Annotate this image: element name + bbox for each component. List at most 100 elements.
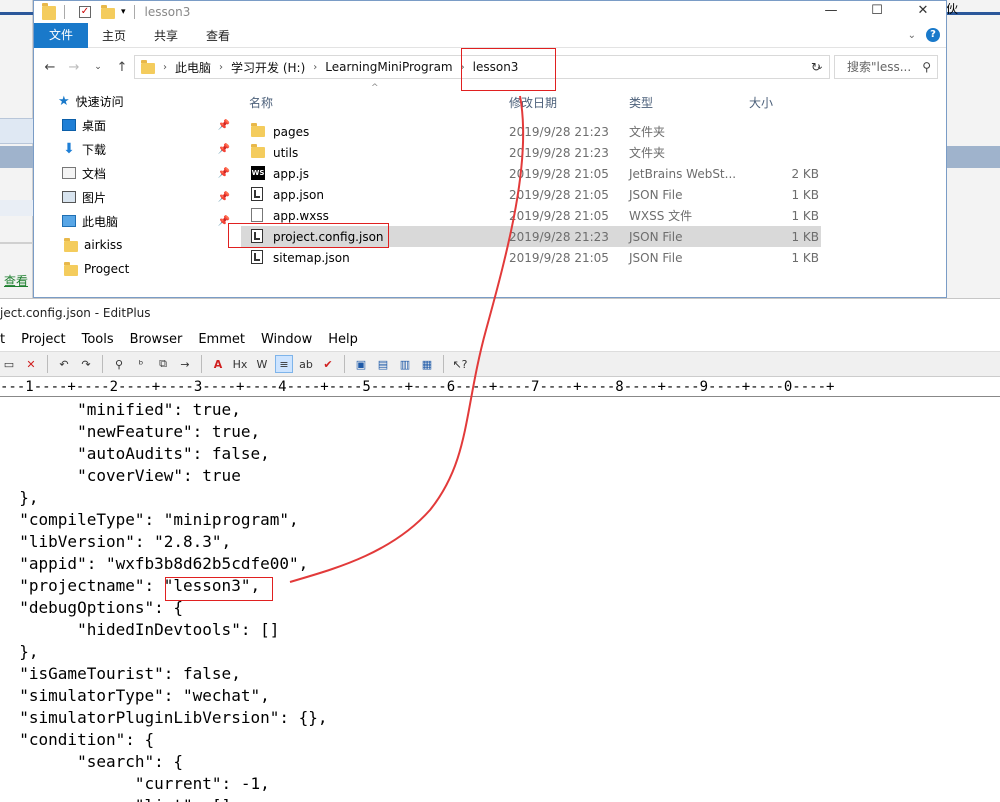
- file-row[interactable]: WS app.js 2019/9/28 21:05 JetBrains WebS…: [241, 163, 947, 184]
- quick-access-dropdown-icon[interactable]: ▾: [121, 7, 126, 17]
- file-row[interactable]: app.json 2019/9/28 21:05 JSON File 1 KB: [241, 184, 947, 205]
- expand-ribbon-icon[interactable]: ⌄: [908, 30, 916, 41]
- copy-icon[interactable]: ▭: [0, 355, 18, 373]
- nav-item-this-pc[interactable]: 此电脑 📌: [34, 209, 234, 233]
- search-input[interactable]: 搜索"less... ⚲: [834, 55, 938, 79]
- code-line[interactable]: "compileType": "miniprogram",: [0, 509, 1000, 531]
- tile-icon[interactable]: ▥: [396, 355, 414, 373]
- breadcrumb-this-pc[interactable]: 此电脑: [167, 59, 219, 76]
- pin-icon[interactable]: 📌: [218, 168, 230, 179]
- font-icon[interactable]: A: [209, 355, 227, 373]
- menu-help[interactable]: Help: [328, 332, 358, 347]
- nav-item-airkiss[interactable]: airkiss: [34, 233, 234, 257]
- check-icon[interactable]: ✔: [319, 355, 337, 373]
- search-icon[interactable]: ⚲: [922, 56, 931, 78]
- undo-icon[interactable]: ↶: [55, 355, 73, 373]
- spellcheck-icon[interactable]: ab: [297, 355, 315, 373]
- nav-item-label: 桌面: [82, 118, 107, 133]
- breadcrumb-project[interactable]: LearningMiniProgram: [317, 60, 460, 74]
- goto-icon[interactable]: →: [176, 355, 194, 373]
- file-name: pages: [273, 124, 310, 139]
- nav-item-downloads[interactable]: ⬇ 下载 📌: [34, 137, 234, 161]
- nav-item-quick-access[interactable]: ★ 快速访问: [34, 89, 234, 113]
- tab-home[interactable]: 主页: [88, 27, 140, 44]
- file-size: 1 KB: [791, 208, 819, 223]
- word-wrap-icon[interactable]: W: [253, 355, 271, 373]
- code-line[interactable]: "simulatorPluginLibVersion": {},: [0, 707, 1000, 729]
- code-line[interactable]: "autoAudits": false,: [0, 443, 1000, 465]
- nav-item-label: 文档: [82, 166, 107, 181]
- tab-share[interactable]: 共享: [140, 27, 192, 44]
- nav-item-progect[interactable]: Progect: [34, 257, 234, 281]
- file-row[interactable]: pages 2019/9/28 21:23 文件夹: [241, 121, 947, 142]
- back-arrow-icon[interactable]: ←: [38, 60, 62, 75]
- code-line[interactable]: },: [0, 487, 1000, 509]
- pin-icon[interactable]: 📌: [218, 120, 230, 131]
- menu-project[interactable]: Project: [21, 332, 65, 347]
- close-button[interactable]: ✕: [900, 1, 946, 23]
- maximize-button[interactable]: ☐: [854, 1, 900, 23]
- find-icon[interactable]: ⚲: [110, 355, 128, 373]
- file-row[interactable]: sitemap.json 2019/9/28 21:05 JSON File 1…: [241, 247, 947, 268]
- code-line[interactable]: "search": {: [0, 751, 1000, 773]
- browser-icon[interactable]: ▦: [418, 355, 436, 373]
- pin-icon[interactable]: 📌: [218, 192, 230, 203]
- code-line[interactable]: "condition": {: [0, 729, 1000, 751]
- menu-edit[interactable]: t: [0, 332, 5, 347]
- code-line[interactable]: "debugOptions": {: [0, 597, 1000, 619]
- nav-item-desktop[interactable]: 桌面 📌: [34, 113, 234, 137]
- menu-window[interactable]: Window: [261, 332, 312, 347]
- code-line[interactable]: "projectname": "lesson3",: [0, 575, 1000, 597]
- refresh-icon[interactable]: ↻: [806, 55, 826, 79]
- code-line[interactable]: "list": []: [0, 795, 1000, 802]
- menu-emmet[interactable]: Emmet: [198, 332, 245, 347]
- help-icon[interactable]: ?: [926, 28, 940, 42]
- code-line[interactable]: "current": -1,: [0, 773, 1000, 795]
- code-line[interactable]: "simulatorType": "wechat",: [0, 685, 1000, 707]
- up-arrow-icon[interactable]: ↑: [110, 60, 134, 75]
- new-folder-icon[interactable]: [101, 4, 115, 19]
- minimize-button[interactable]: —: [808, 1, 854, 23]
- divider: [64, 5, 65, 19]
- indent-icon[interactable]: ≡: [275, 355, 293, 373]
- column-date[interactable]: 修改日期: [509, 94, 557, 111]
- code-line[interactable]: "coverView": true: [0, 465, 1000, 487]
- menu-browser[interactable]: Browser: [130, 332, 183, 347]
- column-type[interactable]: 类型: [629, 94, 653, 111]
- code-line[interactable]: "minified": true,: [0, 399, 1000, 421]
- breadcrumb-drive[interactable]: 学习开发 (H:): [223, 59, 313, 76]
- code-line[interactable]: "hidedInDevtools": []: [0, 619, 1000, 641]
- nav-item-documents[interactable]: 文档 📌: [34, 161, 234, 185]
- code-line[interactable]: "isGameTourist": false,: [0, 663, 1000, 685]
- replace-icon[interactable]: ᵇ: [132, 355, 150, 373]
- tab-file[interactable]: 文件: [34, 22, 88, 48]
- background-view-link[interactable]: 查看: [4, 272, 28, 289]
- code-line[interactable]: "newFeature": true,: [0, 421, 1000, 443]
- redo-icon[interactable]: ↷: [77, 355, 95, 373]
- hex-icon[interactable]: Hx: [231, 355, 249, 373]
- navigation-pane: ★ 快速访问 桌面 📌 ⬇ 下载 📌 文档 📌 图片 📌 此电脑 📌 airki…: [34, 89, 234, 297]
- file-name: app.js: [273, 166, 309, 181]
- column-name[interactable]: 名称: [249, 94, 273, 111]
- recent-dropdown-icon[interactable]: ⌄: [86, 62, 110, 72]
- pin-icon[interactable]: 📌: [218, 144, 230, 155]
- properties-check-icon[interactable]: ✓: [79, 6, 91, 18]
- editplus-title: ject.config.json - EditPlus: [0, 299, 1000, 327]
- code-line[interactable]: "libVersion": "2.8.3",: [0, 531, 1000, 553]
- code-line[interactable]: "appid": "wxfb3b8d62b5cdfe00",: [0, 553, 1000, 575]
- nav-item-label: 快速访问: [75, 94, 124, 109]
- column-size[interactable]: 大小: [749, 94, 773, 111]
- find-in-files-icon[interactable]: ⧉: [154, 355, 172, 373]
- tab-view[interactable]: 查看: [192, 27, 244, 44]
- nav-item-pictures[interactable]: 图片 📌: [34, 185, 234, 209]
- file-row[interactable]: utils 2019/9/28 21:23 文件夹: [241, 142, 947, 163]
- window-icon[interactable]: ▣: [352, 355, 370, 373]
- help-pointer-icon[interactable]: ↖?: [451, 355, 469, 373]
- menu-tools[interactable]: Tools: [82, 332, 114, 347]
- code-line[interactable]: },: [0, 641, 1000, 663]
- forward-arrow-icon[interactable]: →: [62, 60, 86, 75]
- divider: [133, 5, 135, 19]
- code-editor[interactable]: "minified": true, "newFeature": true, "a…: [0, 397, 1000, 802]
- delete-icon[interactable]: ✕: [22, 355, 40, 373]
- split-window-icon[interactable]: ▤: [374, 355, 392, 373]
